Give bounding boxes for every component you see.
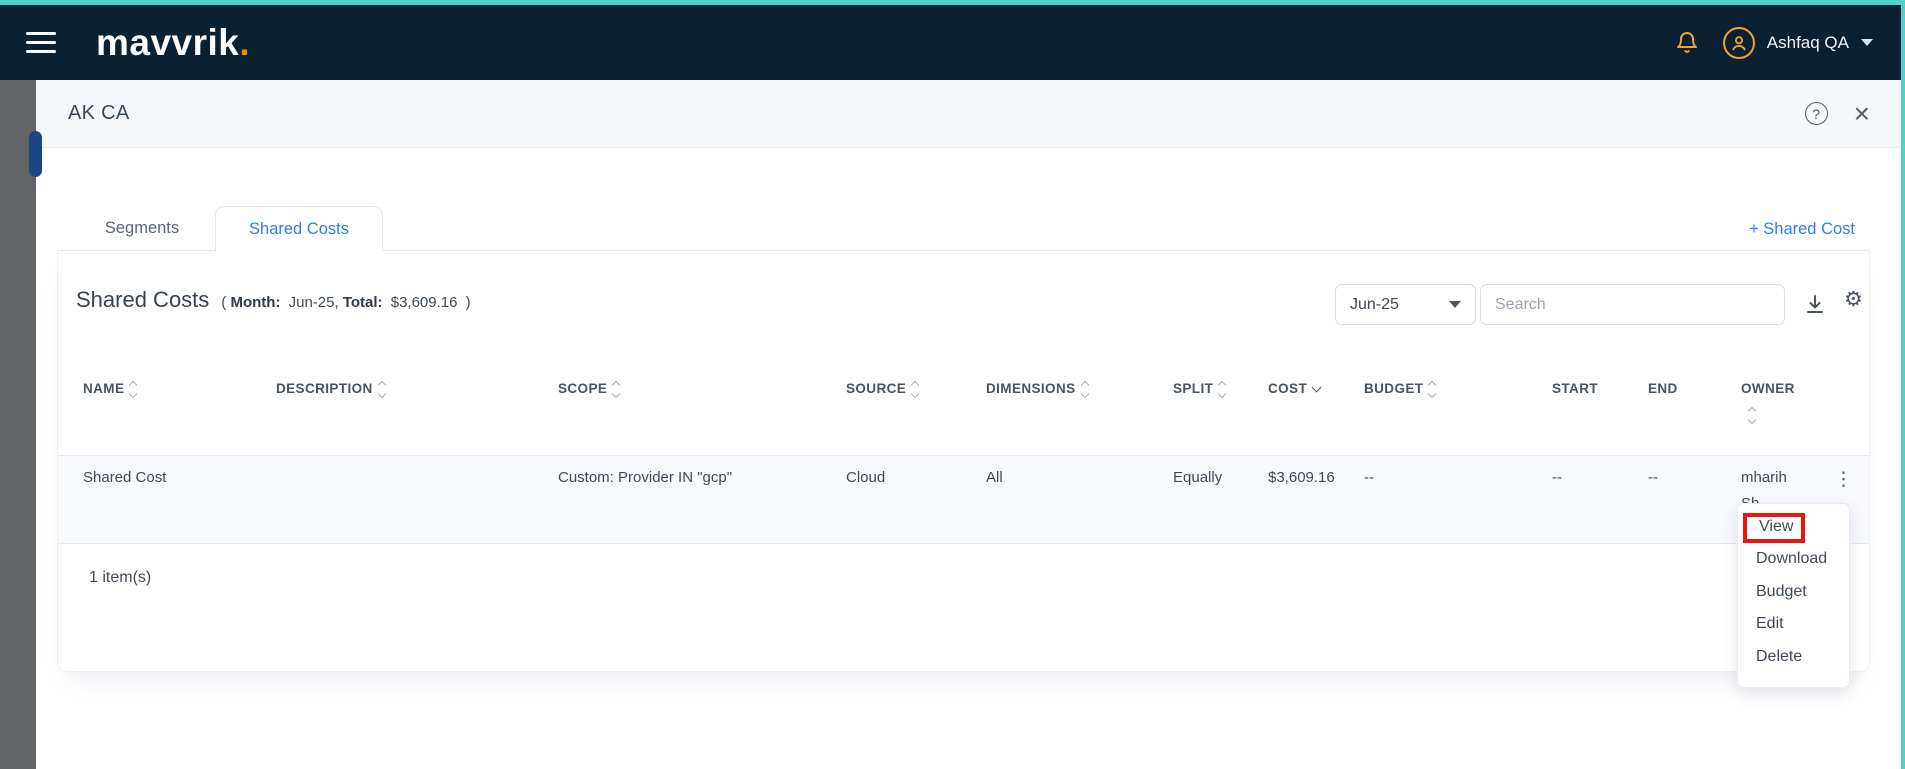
column-header-scope[interactable]: SCOPE [558,380,846,423]
section-summary: Shared Costs ( Month: Jun-25, Total: $3,… [76,287,471,313]
dimmed-backdrop [0,80,36,769]
sort-icon [1218,380,1227,399]
menu-item-view[interactable]: View [1743,513,1806,543]
settings-gear-icon[interactable]: ⚙ [1844,287,1863,311]
user-avatar-icon[interactable] [1722,26,1755,59]
logo-text: mavvrik [96,21,240,63]
sort-icon [129,380,138,399]
cell-source: Cloud [846,469,886,486]
window-top-border [0,0,1905,5]
paren-open: ( [221,294,227,311]
month-dropdown-value: Jun-25 [1350,295,1399,313]
sort-icon [1080,380,1089,399]
column-header-budget[interactable]: BUDGET [1364,380,1552,423]
shared-costs-panel: AK CA ? × Segments Shared Costs + Shared… [36,80,1900,769]
total-value: $3,609.16 [390,294,458,311]
cell-end: -- [1648,469,1658,486]
tab-shared-costs[interactable]: Shared Costs [215,206,383,251]
download-icon[interactable] [1803,291,1827,317]
search-input[interactable] [1481,285,1784,324]
month-dropdown[interactable]: Jun-25 [1335,284,1476,325]
column-header-owner[interactable]: OWNER [1741,381,1834,425]
chevron-down-icon [1449,301,1461,308]
total-label: Total: [342,294,383,311]
column-header-name[interactable]: NAME [83,380,276,423]
panel-title: AK CA [68,102,130,124]
menu-item-budget[interactable]: Budget [1738,576,1849,609]
sort-icon [612,380,621,399]
cell-budget: -- [1364,469,1374,486]
column-header-cost[interactable]: COST [1268,381,1364,423]
column-header-start[interactable]: START [1552,381,1648,423]
menu-item-delete[interactable]: Delete [1738,641,1849,674]
table-header-row: NAME DESCRIPTION SCOPE SOURCE DIMENSIONS… [58,380,1869,425]
items-count: 1 item(s) [89,569,152,586]
column-header-description[interactable]: DESCRIPTION [276,380,558,423]
month-label: Month: [230,294,281,311]
column-header-dimensions[interactable]: DIMENSIONS [986,380,1173,423]
column-header-source[interactable]: SOURCE [846,380,986,423]
user-name[interactable]: Ashfaq QA [1767,33,1849,53]
column-header-end[interactable]: END [1648,381,1741,423]
row-actions-menu: View Download Budget Edit Delete [1737,503,1850,688]
cell-split: Equally [1173,469,1223,486]
hamburger-menu-icon[interactable] [26,26,56,59]
cell-dimensions: All [986,469,1003,486]
user-menu-caret-icon[interactable] [1861,39,1873,46]
top-navbar: mavvrik. Ashfaq QA [0,5,1905,80]
screen: mavvrik. Ashfaq QA AK CA ? × Segments Sh… [0,0,1905,769]
table-row[interactable]: Shared Cost Custom: Provider IN "gcp" Cl… [58,456,1869,544]
month-value: Jun-25, [288,294,339,311]
sort-icon [377,380,386,399]
menu-item-edit[interactable]: Edit [1738,608,1849,641]
paren-close: ) [465,294,471,311]
help-icon[interactable]: ? [1804,102,1828,125]
shared-costs-card: Shared Costs ( Month: Jun-25, Total: $3,… [57,250,1870,672]
cell-description [276,465,558,543]
sort-icon [910,380,920,399]
column-header-split[interactable]: SPLIT [1173,380,1268,423]
notifications-bell-icon[interactable] [1675,30,1699,56]
sort-icon [1747,406,1757,425]
cell-start: -- [1552,469,1562,486]
logo-dot: . [239,21,251,63]
app-logo[interactable]: mavvrik. [96,22,250,64]
sort-icon [1428,380,1437,399]
search-box [1480,284,1785,325]
tab-segments[interactable]: Segments [66,207,218,250]
sidebar-active-indicator [29,131,42,177]
cell-scope: Custom: Provider IN "gcp" [558,469,733,486]
panel-header: AK CA ? × [36,80,1900,148]
cell-name: Shared Cost [83,469,167,486]
sort-desc-icon [1311,382,1322,393]
section-title: Shared Costs [76,287,210,312]
window-right-border [1901,0,1905,769]
add-shared-cost-button[interactable]: + Shared Cost [1749,220,1855,239]
menu-item-download[interactable]: Download [1738,543,1849,576]
cell-cost: $3,609.16 [1268,469,1335,486]
close-icon[interactable]: × [1854,99,1870,127]
navbar-right: Ashfaq QA [1675,26,1873,59]
